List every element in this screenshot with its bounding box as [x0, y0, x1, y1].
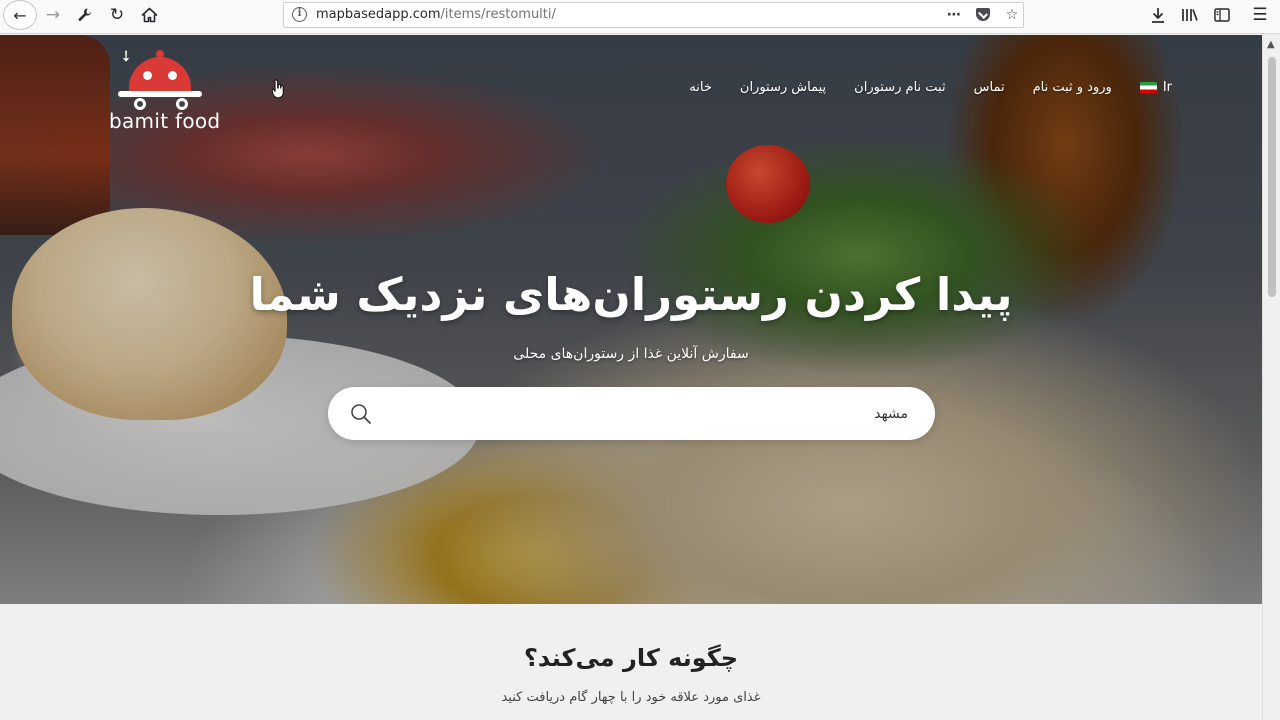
- language-code: Ir: [1162, 80, 1172, 95]
- how-it-works-subtitle: غذای مورد علاقه خود را با چهار گام دریاف…: [501, 690, 761, 705]
- hero-section: ➘ bamit food خانه پیماش رستوران ثبت نام …: [0, 35, 1262, 604]
- library-button[interactable]: [1175, 2, 1205, 28]
- site-info-icon[interactable]: i: [292, 7, 307, 22]
- page-actions-icon[interactable]: ⋯: [942, 5, 966, 25]
- nav-find-restaurant[interactable]: پیماش رستوران: [740, 80, 826, 95]
- nav-home[interactable]: خانه: [689, 80, 712, 95]
- nav-login-register[interactable]: ورود و ثبت نام: [1033, 80, 1112, 95]
- library-icon: [1182, 9, 1198, 21]
- scrollbar-thumb[interactable]: [1268, 57, 1276, 297]
- back-button[interactable]: ←: [3, 0, 37, 30]
- main-nav: خانه پیماش رستوران ثبت نام رستوران تماس …: [689, 80, 1172, 95]
- sidebar-icon: [1214, 8, 1230, 22]
- search-icon[interactable]: [350, 403, 372, 425]
- logo-arrow-icon: ➘: [115, 45, 138, 67]
- home-button[interactable]: [134, 2, 164, 28]
- logo-tray: [118, 91, 202, 97]
- hero-title: پیدا کردن رستوران‌های نزدیک شما: [249, 268, 1013, 321]
- back-arrow-icon: ←: [13, 5, 27, 25]
- page-scrollbar[interactable]: ▲: [1262, 35, 1280, 720]
- location-search-input[interactable]: [388, 395, 908, 432]
- logo-text: bamit food: [109, 109, 221, 133]
- logo-cloche-icon: [129, 50, 191, 91]
- menu-button[interactable]: ☰: [1245, 2, 1275, 28]
- downloads-button[interactable]: [1143, 2, 1173, 28]
- how-it-works-title: چگونه کار می‌کند؟: [523, 644, 739, 672]
- home-icon: [141, 7, 157, 23]
- hamburger-icon: ☰: [1252, 5, 1268, 25]
- wrench-icon: [78, 8, 91, 21]
- language-switcher[interactable]: Ir: [1139, 80, 1172, 95]
- url-domain: mapbasedapp.com: [316, 7, 441, 22]
- mouse-cursor-icon: [272, 79, 284, 99]
- scroll-up-icon[interactable]: ▲: [1267, 39, 1275, 50]
- reload-button[interactable]: ↻: [102, 2, 132, 28]
- nav-register-restaurant[interactable]: ثبت نام رستوران: [854, 80, 945, 95]
- url-bar[interactable]: i mapbasedapp.com/items/restomulti/ ⋯ ☆: [283, 2, 1024, 28]
- location-search-box: [328, 387, 935, 440]
- url-text[interactable]: mapbasedapp.com/items/restomulti/: [316, 7, 556, 22]
- how-it-works-section: چگونه کار می‌کند؟ غذای مورد علاقه خود را…: [0, 604, 1262, 720]
- nav-contact[interactable]: تماس: [974, 80, 1005, 95]
- pocket-icon[interactable]: [976, 8, 990, 21]
- bookmark-star-icon[interactable]: ☆: [1000, 5, 1024, 25]
- browser-toolbar: ← → ↻ i mapbasedapp.com/items/restomulti…: [0, 0, 1280, 34]
- reload-icon: ↻: [109, 5, 125, 25]
- forward-button[interactable]: →: [38, 2, 68, 28]
- download-icon: [1152, 8, 1164, 23]
- iran-flag-icon: [1139, 82, 1157, 93]
- site-logo[interactable]: ➘ bamit food: [106, 45, 230, 137]
- forward-arrow-icon: →: [45, 5, 61, 25]
- hero-subtitle: سفارش آنلاین غذا از رستوران‌های محلی: [513, 346, 749, 362]
- url-path: /items/restomulti/: [440, 7, 556, 22]
- sidebar-button[interactable]: [1207, 2, 1237, 28]
- tools-button[interactable]: [70, 2, 100, 28]
